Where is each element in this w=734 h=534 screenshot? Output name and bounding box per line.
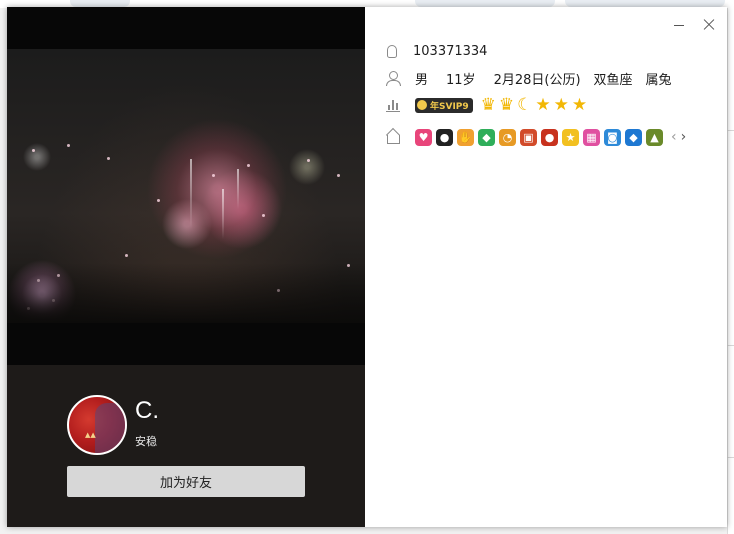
fireworks-video-frame [7, 49, 365, 323]
cube-service-icon[interactable]: ◆ [625, 128, 642, 146]
services-home-icon [385, 129, 401, 145]
background-divider [727, 130, 734, 131]
services-row: ♥ ● ✋ ◆ ◔ ▣ ● ★ ▦ ◙ ◆ ▲ ‹ › [385, 127, 686, 147]
clock-service-icon[interactable]: ◔ [499, 128, 516, 146]
profile-info-panel: 103371334 男 11岁 2月28日(公历) 双鱼座 属兔 年SVIP9 … [365, 7, 727, 527]
star-service-icon[interactable]: ★ [562, 128, 579, 146]
star-icon[interactable]: ★ [554, 96, 569, 114]
game-service-icon[interactable]: ▣ [520, 128, 537, 146]
background-tab [565, 0, 725, 7]
person-service-icon[interactable]: ● [541, 128, 558, 146]
crown-icon[interactable]: ♛ [499, 96, 514, 114]
background-window-edge [727, 8, 734, 534]
service-icons-list: ♥ ● ✋ ◆ ◔ ▣ ● ★ ▦ ◙ ◆ ▲ [415, 128, 667, 146]
heart-service-icon[interactable]: ♥ [415, 128, 432, 146]
qq-number-row: 103371334 [385, 41, 487, 61]
close-icon[interactable] [699, 15, 719, 35]
birthday: 2月28日(公历) [493, 72, 581, 88]
svip-badge-label: 年SVIP9 [430, 101, 469, 112]
profile-card: ▲▲ C. 安稳 加为好友 103371334 男 11岁 2月28日(公历) … [7, 7, 727, 527]
prev-arrow-icon[interactable]: ‹ [671, 129, 677, 145]
age: 11岁 [446, 72, 476, 88]
camera-service-icon[interactable]: ◙ [604, 128, 621, 146]
level-row: 年SVIP9 ♛ ♛ ☾ ★ ★ ★ [385, 95, 590, 115]
basic-info-row: 男 11岁 2月28日(公历) 双鱼座 属兔 [385, 68, 672, 88]
qq-penguin-icon [387, 44, 397, 58]
crown-icon[interactable]: ♛ [481, 96, 496, 114]
vip-penguin-icon [417, 100, 427, 110]
signature: 安稳 [135, 435, 157, 448]
background-tab [70, 0, 130, 7]
cover-video[interactable] [7, 7, 365, 365]
qq-number: 103371334 [413, 43, 488, 59]
plant-service-icon[interactable]: ▲ [646, 128, 663, 146]
star-icon[interactable]: ★ [572, 96, 587, 114]
penguin-service-icon[interactable]: ● [436, 128, 453, 146]
avatar[interactable]: ▲▲ [67, 395, 127, 455]
zodiac: 属兔 [645, 72, 672, 88]
gender: 男 [415, 72, 429, 88]
app-service-icon[interactable]: ▦ [583, 128, 600, 146]
add-friend-button[interactable]: 加为好友 [67, 466, 305, 497]
background-tab [415, 0, 555, 7]
profile-cover-panel: ▲▲ C. 安稳 加为好友 [7, 7, 365, 527]
level-chart-icon [385, 97, 401, 113]
diamond-service-icon[interactable]: ◆ [478, 128, 495, 146]
nickname: C. [135, 397, 159, 424]
hand-service-icon[interactable]: ✋ [457, 128, 474, 146]
user-icon [385, 70, 401, 86]
star-icon[interactable]: ★ [535, 96, 550, 114]
constellation: 双鱼座 [593, 72, 633, 88]
minimize-icon[interactable] [669, 15, 689, 35]
background-divider [727, 457, 734, 458]
svip-badge[interactable]: 年SVIP9 [415, 97, 473, 113]
next-arrow-icon[interactable]: › [681, 129, 687, 145]
moon-icon[interactable]: ☾ [517, 96, 532, 114]
background-divider [727, 345, 734, 346]
